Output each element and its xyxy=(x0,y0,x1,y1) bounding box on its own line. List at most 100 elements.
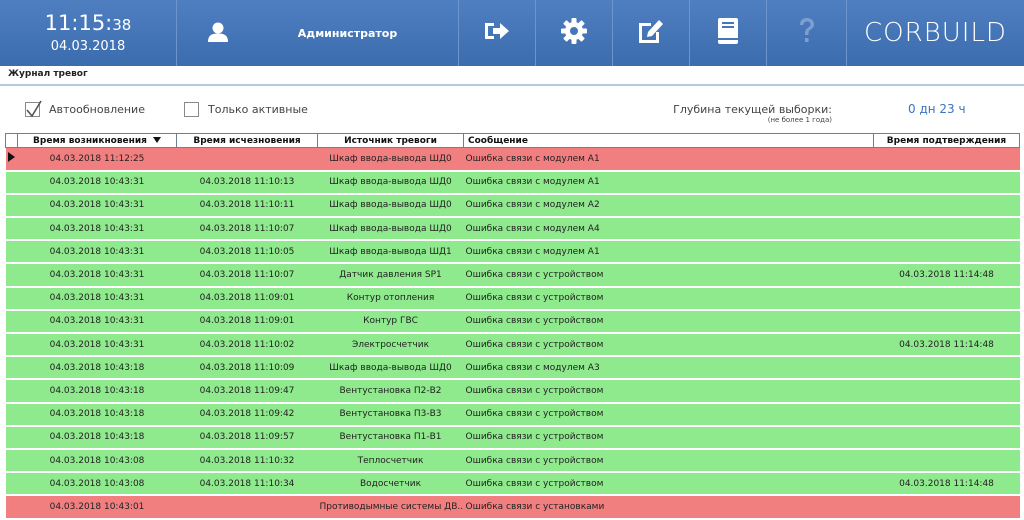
cell-ack-time xyxy=(873,356,1020,381)
column-header-end-time[interactable]: Время исчезновения xyxy=(176,133,318,148)
cell-source: Шкаф ввода-вывода ШД0 xyxy=(317,356,464,381)
cell-message: Ошибка связи с устройством xyxy=(463,286,874,311)
column-header-start-time-label: Время возникновения xyxy=(33,135,147,146)
cell-ack-time xyxy=(873,402,1020,427)
cell-start-time: 04.03.2018 10:43:31 xyxy=(17,286,177,311)
user-panel[interactable]: Администратор xyxy=(177,0,459,66)
user-icon xyxy=(207,21,229,47)
cell-source: Теплосчетчик xyxy=(317,448,464,474)
auto-refresh-option[interactable]: Автообновление xyxy=(25,100,145,118)
row-marker xyxy=(5,472,18,497)
column-header-ack-time[interactable]: Время подтверждения xyxy=(873,133,1020,148)
logout-button[interactable] xyxy=(459,0,536,66)
cell-start-time: 04.03.2018 10:43:08 xyxy=(17,472,177,497)
cell-ack-time: 04.03.2018 11:14:48 xyxy=(873,472,1020,497)
cell-end-time: 04.03.2018 11:09:01 xyxy=(176,286,318,311)
table-row[interactable]: 04.03.2018 10:43:31 04.03.2018 11:10:13 Шк… xyxy=(5,170,1020,195)
checkmark-icon xyxy=(26,100,42,118)
cell-end-time: 04.03.2018 11:09:42 xyxy=(176,402,318,427)
cell-start-time: 04.03.2018 10:43:31 xyxy=(17,309,177,335)
column-header-start-time[interactable]: Время возникновения xyxy=(17,133,177,148)
column-header-marker[interactable] xyxy=(5,133,18,148)
alarm-table: Время возникновения Время исчезновения И… xyxy=(5,133,1020,520)
table-row[interactable]: 04.03.2018 10:43:18 04.03.2018 11:09:57 Ве… xyxy=(5,425,1020,450)
cell-end-time xyxy=(176,495,318,520)
column-header-source[interactable]: Источник тревоги xyxy=(317,133,464,148)
cell-message: Ошибка связи с устройством xyxy=(463,425,874,450)
journal-button[interactable] xyxy=(690,0,767,66)
table-row[interactable]: 04.03.2018 10:43:01 Противодымные системы… xyxy=(5,495,1020,520)
only-active-label: Только активные xyxy=(208,103,308,116)
row-marker xyxy=(5,402,18,427)
table-row[interactable]: 04.03.2018 10:43:31 04.03.2018 11:09:01 Ко… xyxy=(5,286,1020,311)
table-row[interactable]: 04.03.2018 10:43:18 04.03.2018 11:09:42 Ве… xyxy=(5,402,1020,427)
table-row[interactable]: 04.03.2018 10:43:31 04.03.2018 11:10:11 Шк… xyxy=(5,193,1020,219)
cell-ack-time xyxy=(873,147,1020,172)
cell-start-time: 04.03.2018 10:43:18 xyxy=(17,425,177,450)
only-active-checkbox[interactable] xyxy=(184,102,199,117)
table-row[interactable]: 04.03.2018 10:43:31 04.03.2018 11:10:02 Эл… xyxy=(5,333,1020,358)
cell-end-time: 04.03.2018 11:10:07 xyxy=(176,263,318,288)
cell-end-time: 04.03.2018 11:10:02 xyxy=(176,333,318,358)
table-row[interactable]: 04.03.2018 10:43:31 04.03.2018 11:10:07 Шк… xyxy=(5,217,1020,242)
row-marker xyxy=(5,263,18,288)
cell-message: Ошибка связи с модулем А1 xyxy=(463,147,874,172)
table-row[interactable]: 04.03.2018 10:43:08 04.03.2018 11:10:34 Во… xyxy=(5,472,1020,497)
table-row[interactable]: 04.03.2018 10:43:08 04.03.2018 11:10:32 Те… xyxy=(5,448,1020,474)
cell-start-time: 04.03.2018 10:43:08 xyxy=(17,448,177,474)
help-icon xyxy=(797,17,817,49)
row-marker xyxy=(5,193,18,219)
help-button[interactable] xyxy=(767,0,847,66)
cell-start-time: 04.03.2018 11:12:25 xyxy=(17,147,177,172)
cell-source: Шкаф ввода-вывода ШД1 xyxy=(317,240,464,265)
cell-start-time: 04.03.2018 10:43:31 xyxy=(17,333,177,358)
cell-end-time: 04.03.2018 11:10:05 xyxy=(176,240,318,265)
clock-seconds: 38 xyxy=(112,16,132,34)
depth-label: Глубина текущей выборки: xyxy=(673,103,832,116)
table-row[interactable]: 04.03.2018 10:43:18 04.03.2018 11:10:09 Шк… xyxy=(5,356,1020,381)
table-header: Время возникновения Время исчезновения И… xyxy=(5,133,1020,148)
cell-ack-time: 04.03.2018 11:14:48 xyxy=(873,263,1020,288)
edit-button[interactable] xyxy=(613,0,690,66)
column-header-message[interactable]: Сообщение xyxy=(463,133,874,148)
table-row[interactable]: 04.03.2018 10:43:31 04.03.2018 11:10:07 Да… xyxy=(5,263,1020,288)
row-marker xyxy=(5,448,18,474)
cell-end-time: 04.03.2018 11:10:34 xyxy=(176,472,318,497)
page-title: Журнал тревог xyxy=(8,69,88,79)
table-row[interactable]: 04.03.2018 10:43:31 04.03.2018 11:09:01 Ко… xyxy=(5,309,1020,335)
cell-message: Ошибка связи с устройством xyxy=(463,402,874,427)
cell-ack-time xyxy=(873,309,1020,335)
row-marker xyxy=(5,309,18,335)
table-row[interactable]: 04.03.2018 11:12:25 Шкаф ввода-вывода ШД0… xyxy=(5,147,1020,172)
auto-refresh-checkbox[interactable] xyxy=(25,100,42,118)
cell-source: Шкаф ввода-вывода ШД0 xyxy=(317,217,464,242)
table-row[interactable]: 04.03.2018 10:43:31 04.03.2018 11:10:05 Шк… xyxy=(5,240,1020,265)
cell-start-time: 04.03.2018 10:43:18 xyxy=(17,402,177,427)
gear-icon xyxy=(560,17,588,49)
cell-ack-time xyxy=(873,379,1020,404)
cell-ack-time xyxy=(873,286,1020,311)
row-marker xyxy=(5,379,18,404)
only-active-option[interactable]: Только активные xyxy=(184,102,308,117)
depth-note: (не более 1 года) xyxy=(767,116,832,124)
cell-end-time: 04.03.2018 11:09:47 xyxy=(176,379,318,404)
clock-time: 11:15:38 xyxy=(45,11,132,37)
cell-source: Шкаф ввода-вывода ШД0 xyxy=(317,170,464,195)
cell-ack-time xyxy=(873,170,1020,195)
cell-source: Водосчетчик xyxy=(317,472,464,497)
cell-source: Контур отопления xyxy=(317,286,464,311)
table-row[interactable]: 04.03.2018 10:43:18 04.03.2018 11:09:47 Ве… xyxy=(5,379,1020,404)
cell-source: Шкаф ввода-вывода ШД0 xyxy=(317,193,464,219)
row-marker xyxy=(5,170,18,195)
row-marker xyxy=(5,356,18,381)
cell-start-time: 04.03.2018 10:43:01 xyxy=(17,495,177,520)
cell-ack-time xyxy=(873,425,1020,450)
cell-ack-time xyxy=(873,240,1020,265)
cell-end-time: 04.03.2018 11:10:11 xyxy=(176,193,318,219)
edit-icon xyxy=(636,17,666,49)
header-divider xyxy=(0,84,1024,86)
user-name: Администратор xyxy=(297,26,398,40)
cell-message: Ошибка связи с установками xyxy=(463,495,874,520)
settings-button[interactable] xyxy=(536,0,613,66)
cell-start-time: 04.03.2018 10:43:31 xyxy=(17,217,177,242)
